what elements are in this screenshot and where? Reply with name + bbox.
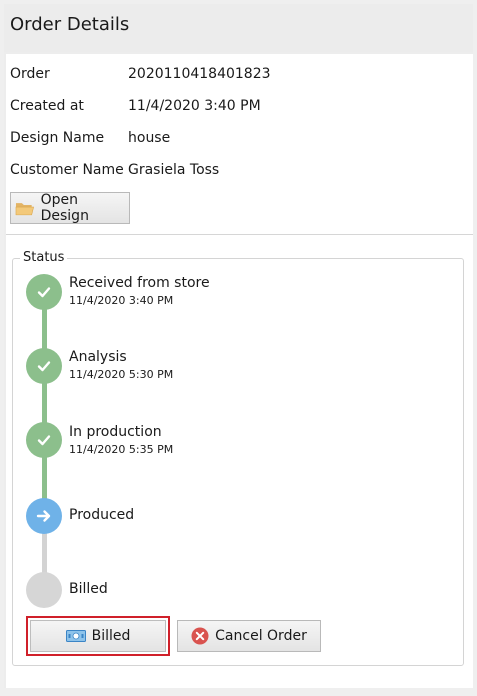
step-circle-produced xyxy=(26,498,62,534)
step-time-received: 11/4/2020 3:40 PM xyxy=(69,294,174,307)
design-name-label: Design Name xyxy=(10,130,105,146)
step-name-received: Received from store xyxy=(69,275,210,291)
step-circle-in-production xyxy=(26,422,62,458)
folder-open-icon xyxy=(15,203,35,216)
check-icon xyxy=(37,435,51,446)
customer-name-value: Grasiela Toss xyxy=(128,162,220,178)
open-design-label: Open Design xyxy=(40,192,89,224)
page-title: Order Details xyxy=(10,14,130,35)
cancel-order-label: Cancel Order xyxy=(215,628,307,644)
step-name-billed: Billed xyxy=(69,581,108,597)
step-name-analysis: Analysis xyxy=(69,349,127,365)
money-bill-icon xyxy=(65,630,86,642)
check-icon xyxy=(37,287,51,298)
created-label: Created at xyxy=(10,98,84,114)
step-name-produced: Produced xyxy=(69,507,135,523)
step-name-in-production: In production xyxy=(69,424,162,440)
billed-button-label: Billed xyxy=(91,628,131,644)
step-circle-received xyxy=(26,274,62,310)
section-divider xyxy=(6,234,473,235)
order-value: 2020110418401823 xyxy=(128,66,271,82)
panel-header: Order Details xyxy=(4,4,473,52)
step-time-in-production: 11/4/2020 5:35 PM xyxy=(69,443,174,456)
step-time-analysis: 11/4/2020 5:30 PM xyxy=(69,368,174,381)
cancel-order-button[interactable]: Cancel Order xyxy=(177,620,321,652)
open-design-button[interactable]: Open Design xyxy=(10,192,130,224)
status-groupbox xyxy=(12,258,464,666)
order-details-panel: Order Details Order 2020110418401823 Cre… xyxy=(4,4,473,688)
billed-button[interactable]: Billed xyxy=(30,620,166,652)
customer-name-label: Customer Name xyxy=(10,162,124,178)
order-label: Order xyxy=(10,66,50,82)
status-group-title: Status xyxy=(20,250,68,265)
step-circle-analysis xyxy=(26,348,62,384)
design-name-value: house xyxy=(128,130,171,146)
check-icon xyxy=(37,361,51,372)
cancel-circle-icon xyxy=(191,627,209,645)
arrow-right-icon xyxy=(36,510,51,522)
order-details-content: Order 2020110418401823 Created at 11/4/2… xyxy=(6,54,473,688)
created-value: 11/4/2020 3:40 PM xyxy=(128,98,261,114)
step-circle-billed xyxy=(26,572,62,608)
